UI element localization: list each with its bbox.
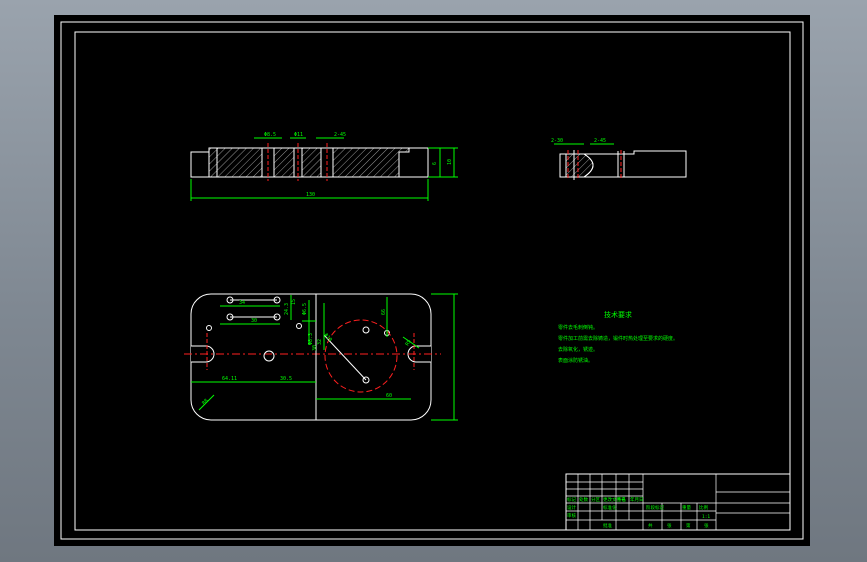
dim-front-d3: 2-45 <box>334 132 346 138</box>
dim-plan-c: 24.3 <box>284 303 290 315</box>
tb-date: 年月日 <box>630 496 644 503</box>
tb-sheet-num-unit: 张 <box>704 522 709 529</box>
dim-plan-h: 66 <box>381 309 387 315</box>
dim-front-height-b: 10 <box>447 159 453 165</box>
outer-border <box>60 21 804 540</box>
dim-plan-n: 30.5 <box>280 376 292 382</box>
tb-mark: 标记 <box>567 496 576 503</box>
dim-plan-m: 64.11 <box>222 376 237 382</box>
dim-front-d1: Φ8.5 <box>264 132 276 138</box>
dim-side-d2: 2-45 <box>594 138 606 144</box>
tb-zone: 分区 <box>591 496 600 503</box>
dim-plan-b: 30 <box>251 318 257 324</box>
dim-side-d1: 2-30 <box>551 138 563 144</box>
dim-plan-i: R8 <box>201 398 210 407</box>
tb-sign: 签名 <box>617 496 626 503</box>
title-block[interactable]: 标记 处数 分区 更改文件号 签名 年月日 设计 标准化 阶段标记 重量 比例 … <box>565 473 791 531</box>
note-line-3: 去除氧化，锈迹。 <box>558 346 598 353</box>
tb-approve: 批准 <box>603 522 612 529</box>
notes-title: 技术要求 <box>604 310 632 319</box>
dim-plan-g: 32 <box>317 339 323 345</box>
tb-sheet-num: 第 <box>686 522 691 529</box>
dim-plan-o: 60 <box>386 393 392 399</box>
technical-notes[interactable]: 技术要求 零件去毛刺倒钝。 零件加工前需去除铸造，锻件时热处理至要求的硬度。 去… <box>558 310 678 364</box>
side-view[interactable]: 2-30 2-45 <box>551 138 687 180</box>
dim-plan-k: R5 <box>405 339 413 347</box>
tb-design: 设计 <box>567 504 576 511</box>
tb-standard: 标准化 <box>603 504 617 511</box>
dim-plan-d: 15 <box>291 299 297 305</box>
tb-sheet-total-unit: 张 <box>667 522 672 529</box>
dim-plan-l: 30 <box>312 345 318 351</box>
tb-sheet-total: 共 <box>648 522 653 529</box>
front-section-view[interactable]: Φ8.5 Φ11 2-45 6 10 130 <box>190 132 458 201</box>
plan-view[interactable]: 34 30 24.3 15 Φ6.5 Φ8.3 32 66 R8 Φ10 R5 … <box>184 293 458 421</box>
tb-scale: 1:1 <box>702 514 710 520</box>
tb-weight: 重量 <box>682 504 691 511</box>
dim-front-length: 130 <box>306 192 315 198</box>
note-line-1: 零件去毛刺倒钝。 <box>558 324 598 331</box>
dim-plan-a: 34 <box>239 300 245 306</box>
tb-check: 审核 <box>567 512 576 519</box>
dim-front-d2: Φ11 <box>294 132 303 138</box>
tb-count: 处数 <box>579 496 588 503</box>
cad-viewport[interactable]: Φ8.5 Φ11 2-45 6 10 130 2-30 2-45 34 30 2… <box>54 15 810 546</box>
tb-stage: 阶段标记 <box>646 504 664 511</box>
drawing-canvas[interactable]: Φ8.5 Φ11 2-45 6 10 130 2-30 2-45 34 30 2… <box>54 15 810 546</box>
tb-scale-label: 比例 <box>699 504 708 511</box>
dim-plan-e: Φ6.5 <box>302 303 308 315</box>
note-line-2: 零件加工前需去除铸造，锻件时热处理至要求的硬度。 <box>558 335 678 342</box>
note-line-4: 表面涂防锈油。 <box>558 357 593 364</box>
inner-border <box>74 31 791 531</box>
dim-front-height-a: 6 <box>432 162 438 165</box>
dim-plan-f: Φ8.3 <box>308 333 314 345</box>
